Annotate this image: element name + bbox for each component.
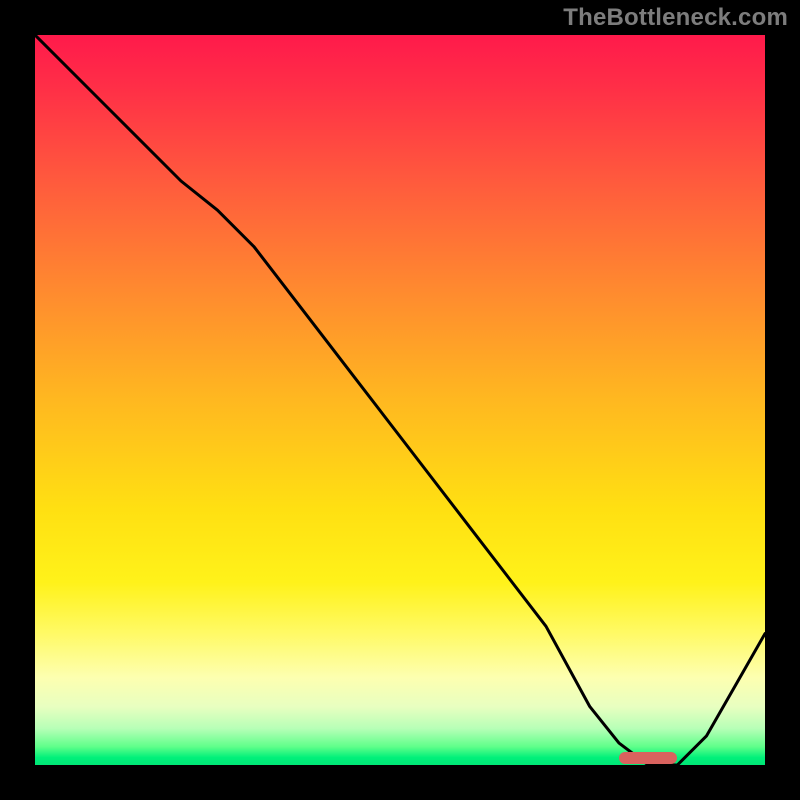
- chart-curve: [35, 35, 765, 765]
- attribution-text: TheBottleneck.com: [563, 4, 788, 32]
- page-root: TheBottleneck.com: [0, 0, 800, 800]
- chart-frame: [32, 32, 768, 768]
- chart-plot-area: [35, 35, 765, 765]
- optimum-marker: [619, 752, 677, 764]
